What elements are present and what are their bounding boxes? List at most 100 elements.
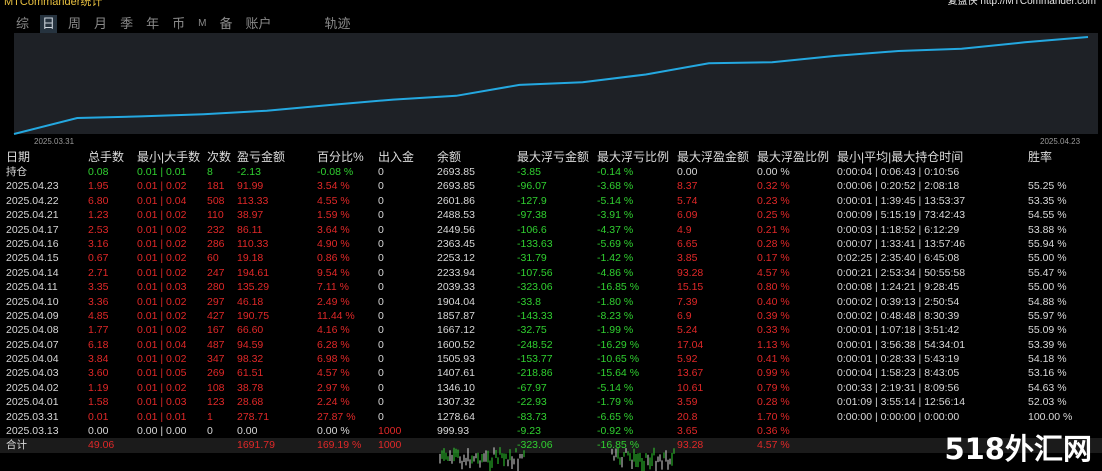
table-cell: 54.88 % — [1028, 295, 1067, 308]
tab-9[interactable]: 账户 — [243, 15, 273, 33]
tab-0[interactable]: 综 — [14, 15, 31, 33]
table-cell: 0.80 % — [757, 281, 790, 294]
table-cell: 169.19 % — [317, 439, 362, 452]
table-cell: 135.29 — [237, 281, 270, 294]
table-cell: 0.01 | 0.02 — [137, 180, 187, 193]
table-cell: 1.13 % — [757, 338, 790, 351]
table-row[interactable]: 2025.04.14 2.71 0.01 | 0.02 247 194.61 9.54 %… — [0, 266, 1102, 280]
table-cell: 1.19 — [88, 381, 109, 394]
table-cell: 123 — [207, 396, 225, 409]
table-cell: 19.18 — [237, 252, 264, 265]
table-cell: 0.28 % — [757, 396, 790, 409]
table-cell: 278.71 — [237, 410, 270, 423]
table-row[interactable]: 持仓 0.08 0.01 | 0.01 8 -2.13 -0.08 % 0 2693.85 -3… — [0, 165, 1102, 179]
table-cell: -323.06 — [517, 281, 553, 294]
table-cell: 6.09 — [677, 209, 698, 222]
column-header[interactable]: 最小|平均|最大持仓时间 — [837, 150, 963, 165]
table-cell: 2025.04.02 — [6, 381, 59, 394]
column-header[interactable]: 最大浮亏金额 — [517, 150, 589, 165]
tab-6[interactable]: 币 — [170, 15, 187, 33]
table-cell: 0.25 % — [757, 209, 790, 222]
table-row[interactable]: 2025.04.09 4.85 0.01 | 0.02 427 190.75 11.44 … — [0, 309, 1102, 323]
table-cell: 0 — [378, 338, 384, 351]
column-header[interactable]: 最大浮盈比例 — [757, 150, 829, 165]
table-row[interactable]: 2025.04.11 3.35 0.01 | 0.03 280 135.29 7.11 %… — [0, 280, 1102, 294]
column-header[interactable]: 最大浮亏比例 — [597, 150, 669, 165]
column-header[interactable]: 胜率 — [1028, 150, 1052, 165]
table-cell: 0 — [378, 209, 384, 222]
table-cell: 0:00:01 | 1:07:18 | 3:51:42 — [837, 324, 960, 337]
table-row[interactable]: 2025.04.22 6.80 0.01 | 0.04 508 113.33 4.55 %… — [0, 194, 1102, 208]
table-cell: 4.9 — [677, 223, 692, 236]
tab-10[interactable]: 轨迹 — [322, 15, 352, 33]
table-cell: -16.85 % — [597, 281, 640, 294]
tab-4[interactable]: 季 — [118, 15, 135, 33]
table-row[interactable]: 2025.04.15 0.67 0.01 | 0.02 60 19.18 0.86 % 0 2… — [0, 251, 1102, 265]
table-cell: -8.23 % — [597, 309, 634, 322]
table-cell: 53.39 % — [1028, 338, 1067, 351]
table-cell: 3.35 — [88, 281, 109, 294]
table-cell: 0.01 | 0.01 — [137, 410, 187, 423]
table-cell: -4.86 % — [597, 266, 634, 279]
table-row[interactable]: 2025.04.03 3.60 0.01 | 0.05 269 61.51 4.57 % 0… — [0, 366, 1102, 380]
table-row[interactable]: 2025.03.13 0.00 0.00 | 0.00 0 0.00 0.00 % 1000… — [0, 424, 1102, 438]
column-header[interactable]: 余额 — [437, 150, 461, 165]
table-row[interactable]: 2025.04.17 2.53 0.01 | 0.02 232 86.11 3.64 % 0… — [0, 223, 1102, 237]
column-header[interactable]: 最小|大手数 — [137, 150, 200, 165]
table-row[interactable]: 2025.04.08 1.77 0.01 | 0.02 167 66.60 4.16 % 0… — [0, 323, 1102, 337]
table-cell: 0.79 % — [757, 381, 790, 394]
column-header[interactable]: 百分比% — [317, 150, 364, 165]
table-cell: 4.57 % — [757, 266, 790, 279]
table-cell: 0:00:01 | 1:39:45 | 13:53:37 — [837, 194, 966, 207]
table-row[interactable]: 2025.04.07 6.18 0.01 | 0.04 487 94.59 6.28 % 0… — [0, 338, 1102, 352]
column-header[interactable]: 日期 — [6, 150, 30, 165]
table-row[interactable]: 2025.04.10 3.36 0.01 | 0.02 297 46.18 2.49 % 0… — [0, 295, 1102, 309]
table-row[interactable]: 2025.03.31 0.01 0.01 | 0.01 1 278.71 27.87 % 0… — [0, 410, 1102, 424]
table-cell: 2025.04.03 — [6, 367, 59, 380]
app-title: MTCommander统计 — [4, 0, 103, 8]
column-header[interactable]: 出入金 — [378, 150, 414, 165]
table-cell: 347 — [207, 353, 225, 366]
mini-price-chart — [439, 447, 675, 471]
table-cell: -248.52 — [517, 338, 553, 351]
table-cell: 1346.10 — [437, 381, 475, 394]
tab-5[interactable]: 年 — [144, 15, 161, 33]
table-row[interactable]: 2025.04.04 3.84 0.01 | 0.02 347 98.32 6.98 % 0… — [0, 352, 1102, 366]
table-cell: 508 — [207, 194, 225, 207]
table-row[interactable]: 2025.04.16 3.16 0.01 | 0.02 286 110.33 4.90 %… — [0, 237, 1102, 251]
table-cell: 6.65 — [677, 237, 698, 250]
table-cell: 55.47 % — [1028, 266, 1067, 279]
table-cell: 2693.85 — [437, 166, 475, 178]
tab-8[interactable]: 备 — [217, 15, 234, 33]
column-header[interactable]: 盈亏金额 — [237, 150, 285, 165]
table-cell: 487 — [207, 338, 225, 351]
tab-3[interactable]: 月 — [92, 15, 109, 33]
tab-1[interactable]: 日 — [40, 15, 58, 33]
table-cell: 0.01 | 0.02 — [137, 252, 187, 265]
table-cell: 98.32 — [237, 353, 264, 366]
table-row[interactable]: 2025.04.21 1.23 0.01 | 0.02 110 38.97 1.59 % 0… — [0, 208, 1102, 222]
table-cell: -67.97 — [517, 381, 547, 394]
table-cell: 2693.85 — [437, 180, 475, 193]
table-row[interactable]: 2025.04.23 1.95 0.01 | 0.02 181 91.99 3.54 % 0… — [0, 179, 1102, 193]
table-cell: 6.18 — [88, 338, 109, 351]
app-link[interactable]: 复盘侠 http://MTCommander.com — [948, 0, 1096, 8]
table-cell: 2025.04.09 — [6, 309, 59, 322]
table-cell: 0.01 | 0.03 — [137, 396, 187, 409]
column-header[interactable]: 最大浮盈金额 — [677, 150, 749, 165]
table-row[interactable]: 2025.04.01 1.58 0.01 | 0.03 123 28.68 2.24 % 0… — [0, 395, 1102, 409]
table-cell: -2.13 — [237, 166, 261, 178]
tab-7[interactable]: M — [196, 15, 208, 33]
column-header[interactable]: 次数 — [207, 150, 231, 165]
table-cell: 1 — [207, 410, 213, 423]
table-cell: 0:00:33 | 2:19:31 | 8:09:56 — [837, 381, 960, 394]
tab-2[interactable]: 周 — [66, 15, 83, 33]
table-row[interactable]: 2025.04.02 1.19 0.01 | 0.02 108 38.78 2.97 % 0… — [0, 381, 1102, 395]
table-cell: 0 — [378, 180, 384, 193]
table-cell: 3.84 — [88, 353, 109, 366]
table-cell: -1.80 % — [597, 295, 634, 308]
table-cell: 999.93 — [437, 425, 470, 438]
table-cell: 61.51 — [237, 367, 264, 380]
table-cell: 0.17 % — [757, 252, 790, 265]
column-header[interactable]: 总手数 — [88, 150, 124, 165]
